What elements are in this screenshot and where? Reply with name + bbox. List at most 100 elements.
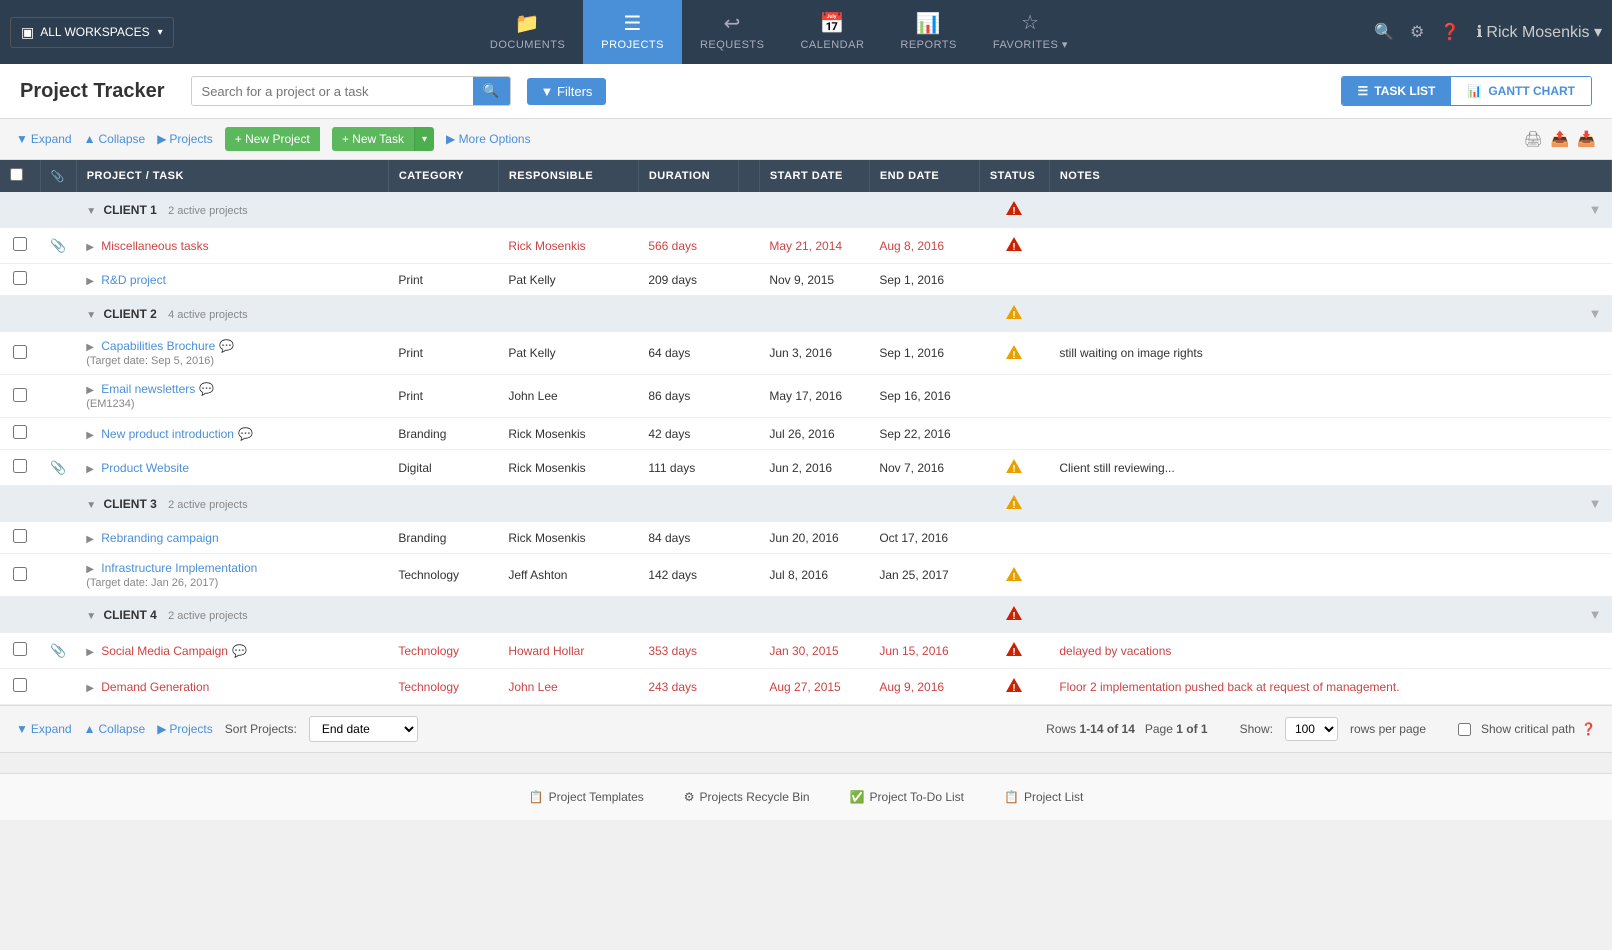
th-project[interactable]: PROJECT / TASK — [76, 160, 388, 192]
proj-name-1-3[interactable]: Product Website — [101, 461, 189, 475]
collapse-link[interactable]: ▲ Collapse — [84, 132, 146, 146]
search-button[interactable]: 🔍 — [473, 77, 510, 105]
footer-templates[interactable]: 📋 Project Templates — [529, 790, 644, 804]
footer-expand-link[interactable]: ▼ Expand — [16, 722, 72, 736]
th-notes[interactable]: NOTES — [1049, 160, 1611, 192]
proj-name-cell-1-3: ▶ Product Website — [76, 450, 388, 486]
proj-name-cell-0-0: ▶ Miscellaneous tasks — [76, 228, 388, 264]
checkbox-0-1[interactable] — [13, 271, 27, 285]
proj-check-1-1 — [0, 375, 40, 418]
footer-project-list[interactable]: 📋 Project List — [1004, 790, 1083, 804]
th-status[interactable]: STATUS — [979, 160, 1049, 192]
th-end-date[interactable]: END DATE — [869, 160, 979, 192]
proj-name-cell-2-0: ▶ Rebranding campaign — [76, 522, 388, 554]
footer-collapse-link[interactable]: ▲ Collapse — [84, 722, 146, 736]
download-icon[interactable]: 📥 — [1577, 130, 1596, 148]
checkbox-1-1[interactable] — [13, 388, 27, 402]
rows-per-page-select[interactable]: 100 50 25 — [1285, 717, 1338, 741]
client-dur-1 — [638, 296, 738, 332]
nav-requests[interactable]: ↩ REQUESTS — [682, 0, 783, 64]
select-all-checkbox[interactable] — [10, 168, 23, 181]
checkbox-3-0[interactable] — [13, 642, 27, 656]
user-info[interactable]: ℹ Rick Mosenkis ▾ — [1476, 22, 1602, 42]
proj-arrow-0-0[interactable]: ▶ — [86, 242, 94, 253]
tab-tasklist[interactable]: ☰ TASK LIST — [1342, 77, 1452, 105]
proj-arrow-1-1[interactable]: ▶ — [86, 385, 94, 396]
more-options-link[interactable]: ▶ More Options — [446, 132, 531, 146]
sort-select[interactable]: End date Start date Project name — [309, 716, 418, 742]
workspace-selector[interactable]: ▣ ALL WORKSPACES ▾ — [10, 17, 174, 48]
filters-button[interactable]: ▼ Filters — [527, 78, 607, 105]
th-category[interactable]: CATEGORY — [388, 160, 498, 192]
client-status-3: ! — [979, 597, 1049, 633]
proj-link-1-0 — [738, 332, 759, 375]
checkbox-3-1[interactable] — [13, 678, 27, 692]
client-toggle-2[interactable]: ▼ — [86, 500, 96, 511]
search-icon[interactable]: 🔍 — [1374, 22, 1394, 42]
export-icon[interactable]: 📤 — [1551, 130, 1570, 148]
checkbox-2-1[interactable] — [13, 567, 27, 581]
search-input[interactable] — [192, 78, 473, 105]
client-toggle-0[interactable]: ▼ — [86, 206, 96, 217]
print-icon[interactable]: 🖨 — [1524, 130, 1543, 148]
projects-link[interactable]: ▶ Projects — [157, 132, 213, 146]
client-filter-1[interactable]: ▼ — [1589, 306, 1602, 321]
tasklist-icon: ☰ — [1358, 84, 1369, 98]
proj-name-1-1[interactable]: Email newsletters — [101, 382, 195, 396]
proj-name-2-1[interactable]: Infrastructure Implementation — [101, 561, 257, 575]
nav-favorites[interactable]: ☆ FAVORITES ▾ — [975, 0, 1086, 64]
new-task-button[interactable]: + New Task — [332, 127, 414, 151]
proj-name-1-2[interactable]: New product introduction — [101, 427, 234, 441]
footer-todo-list[interactable]: ✅ Project To-Do List — [850, 790, 964, 804]
proj-arrow-1-3[interactable]: ▶ — [86, 464, 94, 475]
nav-calendar[interactable]: 📅 CALENDAR — [782, 0, 882, 64]
proj-name-0-1[interactable]: R&D project — [101, 273, 166, 287]
proj-arrow-2-0[interactable]: ▶ — [86, 534, 94, 545]
critical-path-checkbox[interactable] — [1458, 723, 1471, 736]
client-filter-0[interactable]: ▼ — [1589, 202, 1602, 217]
checkbox-1-0[interactable] — [13, 345, 27, 359]
proj-arrow-1-0[interactable]: ▶ — [86, 342, 94, 353]
client-toggle-1[interactable]: ▼ — [86, 310, 96, 321]
footer-recycle-bin[interactable]: ⚙ Projects Recycle Bin — [684, 790, 810, 804]
proj-arrow-2-1[interactable]: ▶ — [86, 564, 94, 575]
new-task-dropdown[interactable]: ▾ — [414, 127, 434, 151]
gantt-icon: 📊 — [1467, 84, 1482, 98]
proj-name-2-0[interactable]: Rebranding campaign — [101, 531, 218, 545]
proj-dur-1-2: 42 days — [638, 418, 738, 450]
footer-projects-link[interactable]: ▶ Projects — [157, 722, 213, 736]
checkbox-2-0[interactable] — [13, 529, 27, 543]
nav-documents[interactable]: 📁 DOCUMENTS — [472, 0, 583, 64]
proj-end-3-1: Aug 9, 2016 — [869, 669, 979, 705]
critical-path-help-icon[interactable]: ❓ — [1581, 722, 1596, 736]
client-filter-2[interactable]: ▼ — [1589, 496, 1602, 511]
checkbox-0-0[interactable] — [13, 237, 27, 251]
footer-collapse-icon: ▲ — [84, 722, 96, 736]
client-filter-3[interactable]: ▼ — [1589, 607, 1602, 622]
subtext-1-1: (EM1234) — [86, 398, 134, 410]
th-duration[interactable]: DURATION — [638, 160, 738, 192]
settings-icon[interactable]: ⚙ — [1410, 22, 1424, 42]
proj-name-1-0[interactable]: Capabilities Brochure — [101, 339, 215, 353]
proj-arrow-0-1[interactable]: ▶ — [86, 276, 94, 287]
proj-name-3-1[interactable]: Demand Generation — [101, 680, 209, 694]
tab-gantt[interactable]: 📊 GANTT CHART — [1451, 77, 1591, 105]
workspace-chevron: ▾ — [158, 27, 163, 38]
checkbox-1-2[interactable] — [13, 425, 27, 439]
proj-arrow-1-2[interactable]: ▶ — [86, 430, 94, 441]
proj-name-3-0[interactable]: Social Media Campaign — [101, 644, 228, 658]
th-responsible[interactable]: RESPONSIBLE — [498, 160, 638, 192]
proj-name-0-0[interactable]: Miscellaneous tasks — [101, 239, 208, 253]
projects-icon: ☰ — [623, 11, 641, 36]
client-toggle-3[interactable]: ▼ — [86, 611, 96, 622]
nav-projects[interactable]: ☰ PROJECTS — [583, 0, 682, 64]
proj-notes-1-0: still waiting on image rights — [1049, 332, 1611, 375]
help-icon[interactable]: ❓ — [1440, 22, 1460, 42]
proj-arrow-3-0[interactable]: ▶ — [86, 647, 94, 658]
new-project-button[interactable]: + New Project — [225, 127, 320, 151]
checkbox-1-3[interactable] — [13, 459, 27, 473]
proj-arrow-3-1[interactable]: ▶ — [86, 683, 94, 694]
nav-reports[interactable]: 📊 REPORTS — [882, 0, 974, 64]
expand-link[interactable]: ▼ Expand — [16, 132, 72, 146]
th-start-date[interactable]: START DATE — [759, 160, 869, 192]
